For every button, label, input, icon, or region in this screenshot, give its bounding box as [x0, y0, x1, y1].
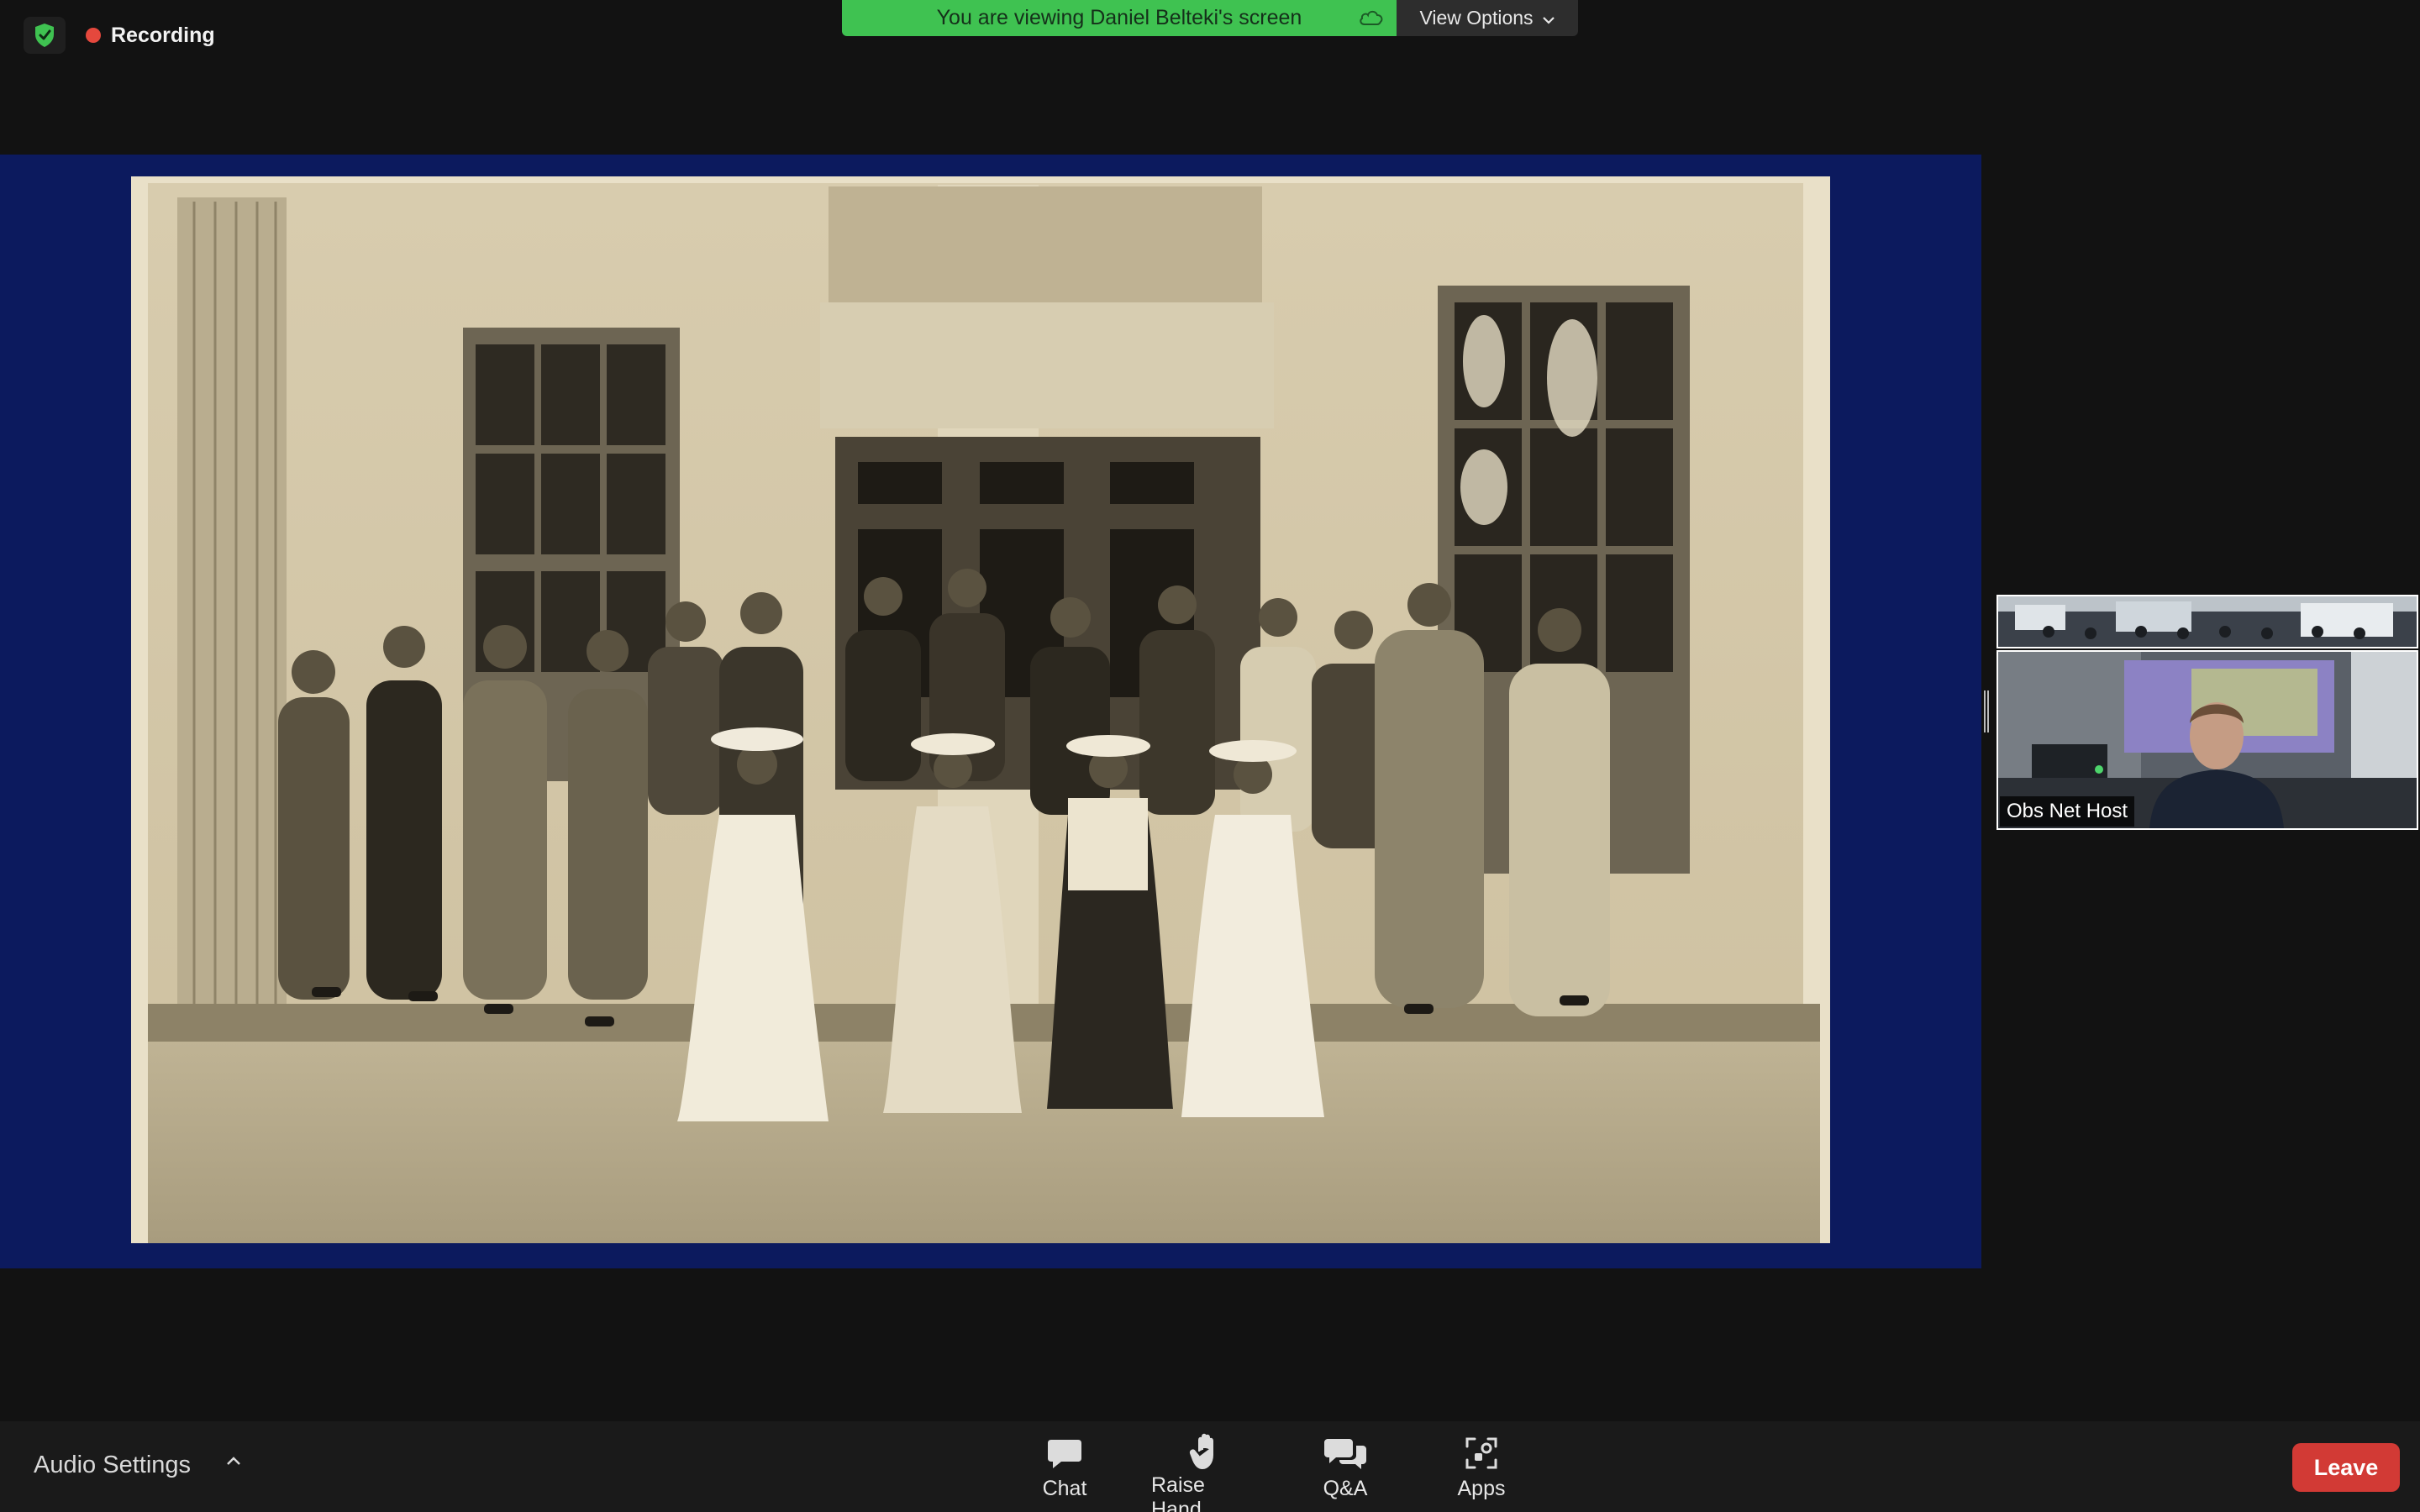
audio-settings-button[interactable]: Audio Settings: [34, 1452, 191, 1479]
qa-button[interactable]: Q&A: [1319, 1433, 1371, 1504]
raise-hand-label: Raise Hand: [1151, 1473, 1205, 1512]
qa-label: Q&A: [1323, 1477, 1368, 1500]
chevron-down-icon: [1542, 7, 1555, 29]
cloud-icon: [1358, 8, 1385, 34]
historic-group-photograph: [131, 176, 1830, 1243]
view-options-button[interactable]: View Options: [1397, 0, 1578, 36]
participant-name-label: Obs Net Host: [2000, 796, 2135, 827]
qa-icon: [1324, 1433, 1366, 1473]
recording-label: Recording: [111, 23, 215, 47]
recording-dot-icon: [86, 28, 101, 43]
apps-icon: [1465, 1433, 1498, 1473]
leave-button[interactable]: Leave: [2292, 1443, 2400, 1492]
meeting-toolbar: Audio Settings Chat Raise Hand Q&A Apps: [0, 1421, 2420, 1512]
view-options-label: View Options: [1419, 7, 1534, 29]
participant-video-tile[interactable]: Obs Net Host: [1996, 650, 2418, 830]
recording-indicator[interactable]: Recording: [86, 20, 215, 50]
chat-button[interactable]: Chat: [1032, 1433, 1097, 1504]
apps-button[interactable]: Apps: [1454, 1433, 1509, 1504]
hand-icon: [1189, 1433, 1223, 1470]
viewing-notice: You are viewing Daniel Belteki's screen: [842, 0, 1397, 36]
chat-label: Chat: [1042, 1477, 1087, 1500]
raise-hand-button[interactable]: Raise Hand: [1151, 1433, 1260, 1512]
chevron-up-icon[interactable]: [225, 1455, 242, 1471]
chat-icon: [1046, 1433, 1083, 1473]
gallery-thumbnail[interactable]: [1996, 595, 2418, 648]
screen-share-banner: You are viewing Daniel Belteki's screen …: [842, 0, 1578, 36]
video-panel-resize-handle[interactable]: [1984, 690, 1989, 732]
apps-label: Apps: [1457, 1477, 1506, 1500]
viewing-notice-text: You are viewing Daniel Belteki's screen: [936, 6, 1302, 29]
security-shield-icon[interactable]: [24, 17, 66, 54]
shared-screen[interactable]: [0, 155, 1981, 1268]
